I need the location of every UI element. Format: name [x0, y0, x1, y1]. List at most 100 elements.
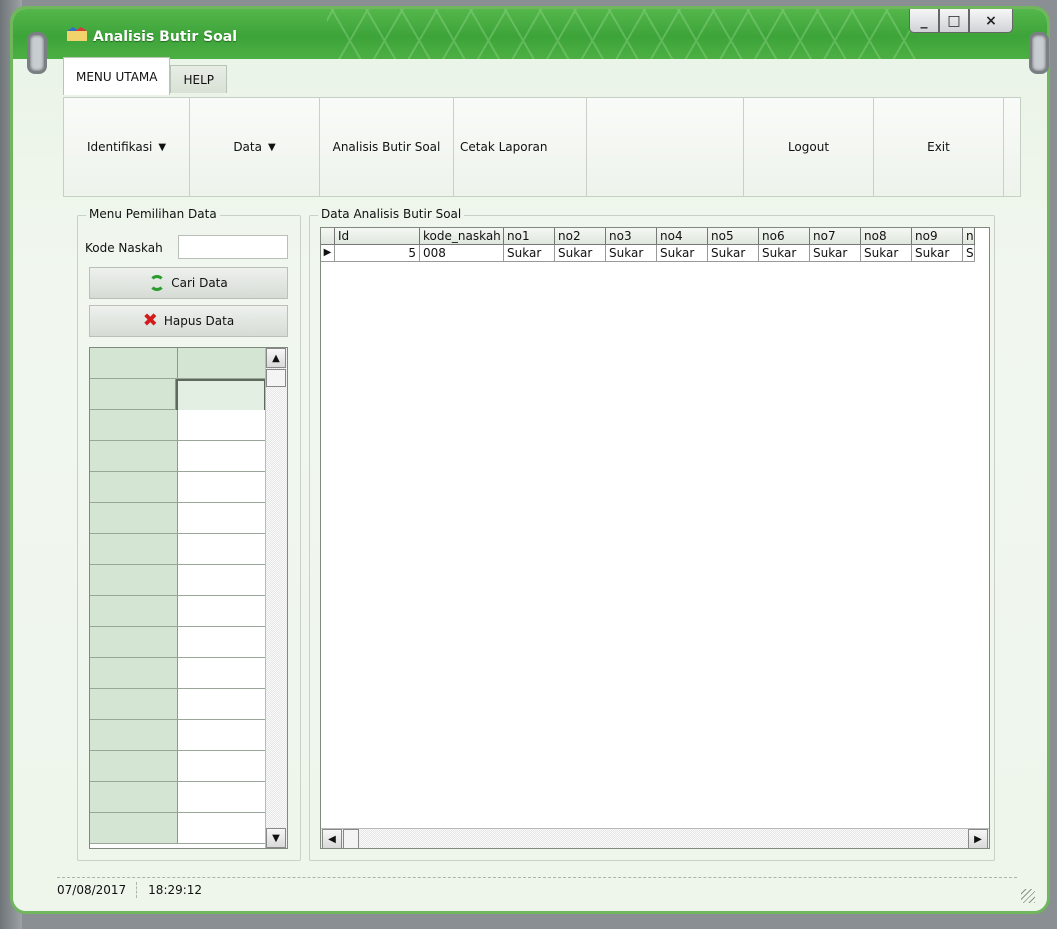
cari-data-button[interactable]: Cari Data [89, 267, 288, 299]
status-date: 07/08/2017 [57, 883, 127, 897]
column-header-no5[interactable]: no5 [708, 228, 759, 245]
cetak-laporan-button[interactable]: Cetak Laporan [454, 98, 587, 196]
scroll-left-icon[interactable]: ◀ [322, 829, 342, 848]
maximize-icon: □ [947, 12, 961, 29]
scroll-right-icon[interactable]: ▶ [968, 829, 988, 848]
data-label: Data [233, 140, 262, 154]
delete-x-icon: ✖ [142, 310, 158, 331]
table-row[interactable] [90, 751, 266, 782]
scroll-down-icon[interactable]: ▼ [266, 828, 286, 848]
scroll-up-icon[interactable]: ▲ [266, 348, 286, 368]
window-title: Analisis Butir Soal [93, 29, 238, 45]
ribbon-spacer [587, 98, 744, 196]
analisis-label: Analisis Butir Soal [332, 140, 441, 154]
analisis-butir-soal-button[interactable]: Analisis Butir Soal [320, 98, 454, 196]
column-header-no6[interactable]: no6 [759, 228, 810, 245]
column-header-no4[interactable]: no4 [657, 228, 708, 245]
ribbon-toolbar: Identifikasi ▼ Data ▼ Analisis Butir Soa… [63, 97, 1021, 197]
menu-tabs: MENU UTAMA HELP [63, 57, 227, 95]
cell-id[interactable]: 5 [335, 245, 420, 262]
status-bar: 07/08/2017 18:29:12 [57, 877, 1017, 902]
cell-partial[interactable]: S [963, 245, 975, 262]
kode-naskah-label: Kode Naskah [85, 241, 163, 255]
data-menu-button[interactable]: Data ▼ [190, 98, 320, 196]
row-indicator-header [321, 228, 335, 245]
column-header-no8[interactable]: no8 [861, 228, 912, 245]
binder-ring-right [1029, 32, 1049, 74]
column-header-partial[interactable]: n [963, 228, 975, 245]
minimize-button[interactable]: _ [909, 9, 939, 33]
cell-no8[interactable]: Sukar [861, 245, 912, 262]
cell-no5[interactable]: Sukar [708, 245, 759, 262]
logout-label: Logout [787, 140, 830, 154]
cari-data-label: Cari Data [171, 276, 228, 290]
table-row [90, 348, 266, 379]
group-title-left: Menu Pemilihan Data [86, 207, 220, 221]
cell-no3[interactable]: Sukar [606, 245, 657, 262]
column-header-no2[interactable]: no2 [555, 228, 606, 245]
left-grid-vertical-scrollbar[interactable]: ▲ ▼ [265, 348, 287, 848]
identifikasi-label: Identifikasi [86, 140, 153, 154]
resize-grip-icon[interactable] [1021, 889, 1035, 903]
column-header-kode-naskah[interactable]: kode_naskah [420, 228, 504, 245]
analisis-data-grid[interactable]: Id kode_naskah no1 no2 no3 no4 no5 no6 n… [320, 227, 990, 849]
cell-no6[interactable]: Sukar [759, 245, 810, 262]
scroll-thumb[interactable] [343, 829, 359, 848]
cell-no7[interactable]: Sukar [810, 245, 861, 262]
hapus-data-label: Hapus Data [163, 314, 235, 328]
hapus-data-button[interactable]: ✖ Hapus Data [89, 305, 288, 337]
chevron-down-icon: ▼ [158, 141, 167, 153]
table-row[interactable] [90, 813, 266, 844]
cell-no4[interactable]: Sukar [657, 245, 708, 262]
close-button[interactable]: × [969, 9, 1013, 33]
right-grid-horizontal-scrollbar[interactable]: ◀ ▶ [321, 828, 989, 848]
exit-button[interactable]: Exit [874, 98, 1004, 196]
table-row[interactable] [90, 782, 266, 813]
table-row[interactable] [90, 720, 266, 751]
cell-no9[interactable]: Sukar [912, 245, 963, 262]
table-row[interactable] [90, 658, 266, 689]
maximize-button[interactable]: □ [939, 9, 969, 33]
tab-help[interactable]: HELP [170, 65, 227, 93]
kode-naskah-input[interactable] [178, 235, 288, 259]
table-row[interactable] [90, 441, 266, 472]
left-data-grid[interactable]: ▲ ▼ [89, 347, 288, 849]
table-row[interactable] [90, 596, 266, 627]
table-row[interactable] [90, 534, 266, 565]
chevron-down-icon: ▼ [267, 141, 276, 153]
scroll-thumb[interactable] [266, 369, 286, 387]
cell-no1[interactable]: Sukar [504, 245, 555, 262]
identifikasi-menu-button[interactable]: Identifikasi ▼ [64, 98, 190, 196]
exit-label: Exit [927, 140, 950, 154]
binder-ring-left [27, 32, 47, 74]
refresh-icon [149, 275, 166, 291]
table-row[interactable] [90, 503, 266, 534]
column-header-no1[interactable]: no1 [504, 228, 555, 245]
cell-kode-naskah[interactable]: 008 [420, 245, 504, 262]
table-row[interactable] [90, 379, 266, 413]
table-row[interactable]: ▶ 5 008 Sukar Sukar Sukar Sukar Sukar Su… [321, 245, 975, 262]
table-row[interactable] [90, 565, 266, 596]
title-bar[interactable]: Analisis Butir Soal _ □ × [13, 9, 1047, 59]
table-row[interactable] [90, 410, 266, 441]
tab-menu-utama[interactable]: MENU UTAMA [63, 57, 171, 95]
table-row[interactable] [90, 689, 266, 720]
grid-header-row: Id kode_naskah no1 no2 no3 no4 no5 no6 n… [321, 228, 975, 245]
column-header-no3[interactable]: no3 [606, 228, 657, 245]
status-divider [136, 882, 138, 898]
table-row[interactable] [90, 627, 266, 658]
column-header-no7[interactable]: no7 [810, 228, 861, 245]
column-header-id[interactable]: Id [335, 228, 420, 245]
status-time: 18:29:12 [148, 883, 203, 897]
close-icon: × [985, 12, 997, 29]
minimize-icon: _ [920, 12, 928, 29]
current-row-indicator-icon: ▶ [321, 245, 335, 262]
logout-button[interactable]: Logout [744, 98, 874, 196]
cell-no2[interactable]: Sukar [555, 245, 606, 262]
group-title-right: Data Analisis Butir Soal [318, 207, 465, 221]
table-row[interactable] [90, 472, 266, 503]
title-bar-pattern [327, 9, 927, 59]
cetak-label: Cetak Laporan [460, 140, 548, 154]
app-logo-icon [67, 27, 87, 41]
column-header-no9[interactable]: no9 [912, 228, 963, 245]
